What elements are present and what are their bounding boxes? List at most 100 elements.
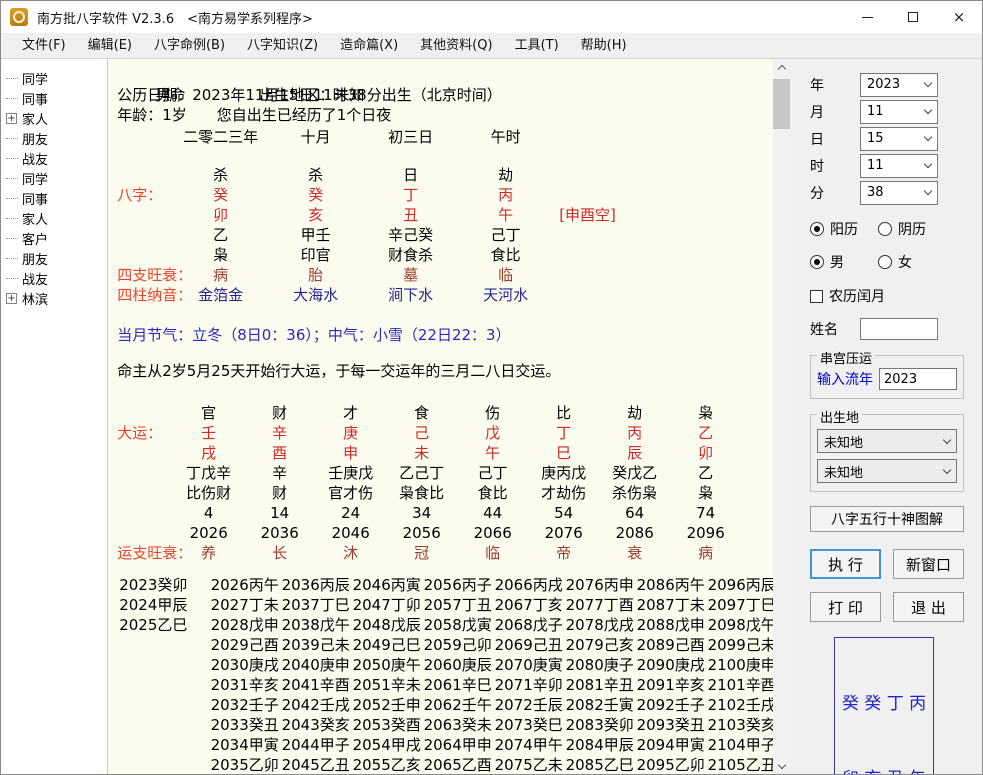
menu-item[interactable]: 工具(T) — [504, 33, 570, 59]
pillar-cell: 癸 — [173, 185, 268, 205]
pillar-cell: 日 — [363, 165, 458, 185]
liunian-cell: 2100庚申 — [706, 655, 773, 675]
month-select[interactable]: 11 — [860, 100, 938, 124]
tree-item[interactable]: 家人 — [1, 208, 107, 228]
tree-item[interactable]: 战友 — [1, 268, 107, 288]
new-window-button[interactable]: 新窗口 — [893, 549, 964, 579]
maximize-button[interactable] — [890, 1, 936, 33]
chuangong-group: 串宫压运 输入流年 — [810, 355, 964, 399]
tree-expander-icon[interactable]: + — [6, 293, 17, 304]
jieqi-line: 当月节气：立冬（8日0：36）；中气：小雪（22日22：3） — [117, 325, 773, 345]
minimize-button[interactable] — [844, 1, 890, 33]
radio-icon — [878, 255, 892, 269]
tree-item[interactable]: 战友 — [1, 148, 107, 168]
tree-branch-icon — [6, 278, 18, 279]
dayun-cell: 辛 — [244, 463, 315, 483]
male-radio[interactable]: 男 — [810, 252, 878, 272]
menu-item[interactable]: 文件(F) — [11, 33, 77, 59]
liunian-cell: 2063癸未 — [422, 715, 493, 735]
menu-item[interactable]: 帮助(H) — [570, 33, 638, 59]
year-select[interactable]: 2023 — [860, 73, 938, 97]
bazi-output-area[interactable]: 男命出生地区：未知 公历日期：2023年11月15日11时38分出生（北京时间）… — [108, 59, 773, 775]
dayun-cell: 34 — [386, 503, 457, 523]
tree-item[interactable]: +林滨 — [1, 288, 107, 308]
bazi-row: 乙甲壬辛己癸己丁 — [117, 225, 773, 245]
minute-select[interactable]: 38 — [860, 181, 938, 205]
dayun-row: 丁戊辛辛壬庚戊乙己丁己丁庚丙戊癸戊乙乙 — [117, 463, 773, 483]
liunian-cell: 2078戊戌 — [564, 615, 635, 635]
liunian-cell: 2096丙辰 — [706, 575, 773, 595]
liunian-row: 2024甲辰2027丁未2037丁巳2047丁卯2057丁丑2067丁亥2077… — [117, 595, 773, 615]
chevron-down-icon — [943, 435, 951, 443]
menu-item[interactable]: 编辑(E) — [77, 33, 143, 59]
tree-item[interactable]: 朋友 — [1, 248, 107, 268]
radio-label: 女 — [898, 252, 912, 272]
tree-item[interactable]: 同事 — [1, 188, 107, 208]
tree-item[interactable]: 同学 — [1, 68, 107, 88]
dayun-row: 414243444546474 — [117, 503, 773, 523]
contacts-tree: 同学同事+家人朋友战友同学同事家人客户朋友战友+林滨 — [1, 59, 108, 775]
radio-label: 男 — [830, 252, 844, 272]
radio-label: 阳历 — [830, 219, 858, 239]
liunian-cell: 2055乙亥 — [351, 755, 422, 775]
vertical-scrollbar[interactable] — [773, 59, 790, 775]
menu-item[interactable]: 八字命例(B) — [143, 33, 236, 59]
liunian-cell: 2097丁巳 — [706, 595, 773, 615]
scrollbar-thumb[interactable] — [773, 79, 790, 129]
tree-item-label: 同学 — [22, 69, 48, 88]
execute-button[interactable]: 执 行 — [810, 549, 881, 579]
liunian-grid: 2023癸卯2026丙午2036丙辰2046丙寅2056丙子2066丙戌2076… — [117, 575, 773, 775]
liunian-input[interactable] — [879, 368, 957, 390]
menu-item[interactable]: 其他资料(Q) — [409, 33, 503, 59]
liunian-cell: 2034甲寅 — [209, 735, 280, 755]
select-value: 11 — [867, 158, 884, 173]
birthplace-select-1[interactable]: 未知地 — [817, 429, 957, 453]
tree-item[interactable]: 同学 — [1, 168, 107, 188]
liunian-cell: 2047丁卯 — [351, 595, 422, 615]
dayun-row: 官财才食伤比劫枭 — [117, 403, 773, 423]
pillar-cell: 辛己癸 — [363, 225, 458, 245]
tree-item[interactable]: + 家人 — [1, 108, 107, 128]
liunian-cell: 2051辛未 — [351, 675, 422, 695]
pillar-cell: 枭 — [173, 245, 268, 265]
close-button[interactable]: × — [936, 1, 982, 33]
dayun-cell: 乙 — [670, 423, 741, 443]
liunian-row: 2033癸丑2043癸亥2053癸酉2063癸未2073癸巳2083癸卯2093… — [117, 715, 773, 735]
exit-button[interactable]: 退 出 — [893, 592, 964, 622]
chevron-down-icon — [924, 106, 932, 114]
liunian-row: 2031辛亥2041辛酉2051辛未2061辛巳2071辛卯2081辛丑2091… — [117, 675, 773, 695]
dayun-cell: 辰 — [599, 443, 670, 463]
liunian-row: 2023癸卯2026丙午2036丙辰2046丙寅2056丙子2066丙戌2076… — [117, 575, 773, 595]
liunian-cell: 2043癸亥 — [280, 715, 351, 735]
scrollbar-up-button[interactable] — [773, 59, 790, 76]
female-radio[interactable]: 女 — [878, 252, 912, 272]
pillar-cell: 乙 — [173, 225, 268, 245]
day-select[interactable]: 15 — [860, 127, 938, 151]
birthplace-select-2[interactable]: 未知地 — [817, 459, 957, 483]
leap-month-checkbox[interactable]: 农历闰月 — [810, 286, 964, 306]
menu-item[interactable]: 八字知识(Z) — [236, 33, 329, 59]
tree-item-label: 家人 — [22, 109, 48, 128]
dayun-cell: 庚 — [315, 423, 386, 443]
summary-stems-line: 癸 癸 丁 丙 — [835, 692, 933, 717]
wuxing-diagram-button[interactable]: 八字五行十神图解 — [810, 506, 964, 532]
liunian-cell: 2065乙酉 — [422, 755, 493, 775]
scrollbar-down-button[interactable] — [773, 758, 790, 775]
tree-item[interactable]: 客户 — [1, 228, 107, 248]
menu-item[interactable]: 造命篇(X) — [329, 33, 409, 59]
pillar-cell: 午 — [458, 205, 553, 225]
lunar-cell: 初三日 — [363, 127, 458, 147]
tree-item[interactable]: 朋友 — [1, 128, 107, 148]
tree-item[interactable]: 同事 — [1, 88, 107, 108]
liunian-cell: 2025乙巳 — [119, 615, 187, 635]
tree-item-label: 家人 — [22, 209, 48, 228]
solar-calendar-radio[interactable]: 阳历 — [810, 219, 878, 239]
liunian-cell: 2042壬戌 — [280, 695, 351, 715]
print-button[interactable]: 打 印 — [810, 592, 881, 622]
liunian-cell: 2057丁丑 — [422, 595, 493, 615]
dayun-cell: 辛 — [244, 423, 315, 443]
tree-expander-icon[interactable]: + — [6, 113, 17, 124]
hour-select[interactable]: 11 — [860, 154, 938, 178]
name-input[interactable] — [860, 318, 938, 340]
lunar-calendar-radio[interactable]: 阴历 — [878, 219, 926, 239]
